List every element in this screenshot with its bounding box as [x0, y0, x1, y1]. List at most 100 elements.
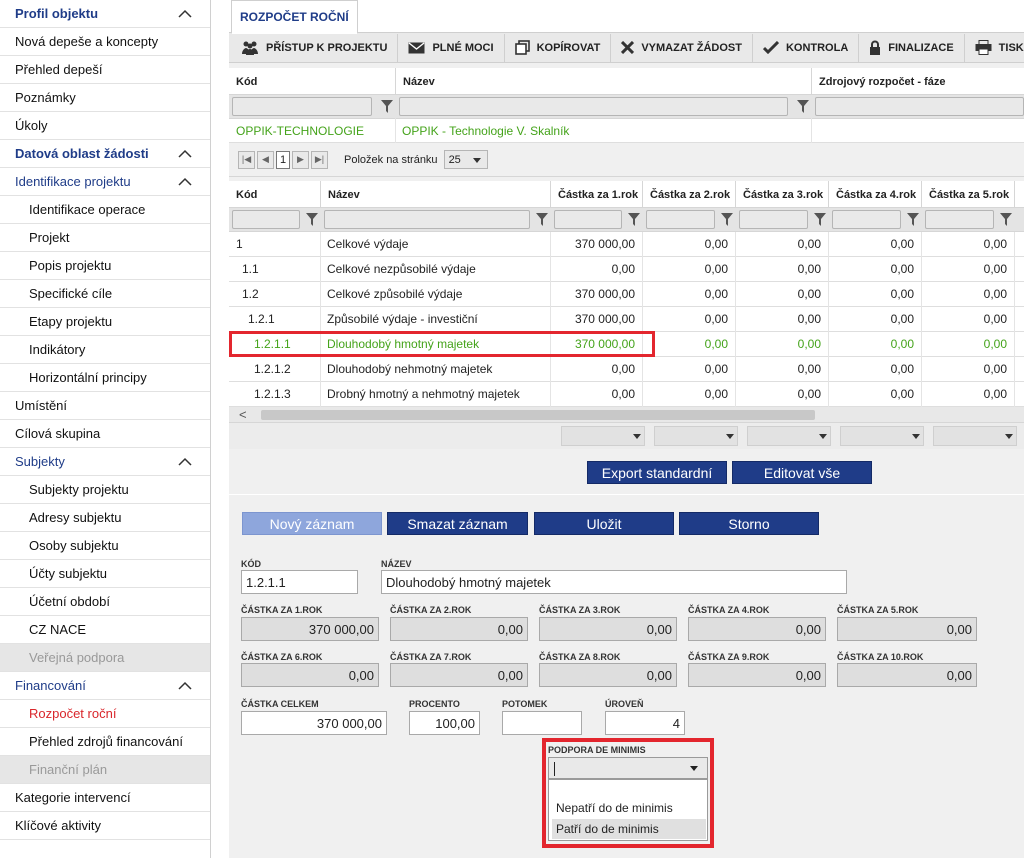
chevron-up-icon[interactable]	[178, 457, 192, 466]
horizontal-scrollbar[interactable]: <	[229, 407, 1024, 423]
chevron-up-icon[interactable]	[178, 9, 192, 18]
cancel-button[interactable]: Storno	[679, 512, 819, 535]
sidebar-item[interactable]: Nová depeše a koncepty	[0, 28, 210, 56]
col-header[interactable]: Částka za 2.rok	[643, 181, 736, 207]
filter-icon[interactable]	[797, 99, 809, 113]
year2-field[interactable]: 0,00	[390, 617, 528, 641]
table-row[interactable]: 1.2.1.3 Drobný hmotný a nehmotný majetek 0…	[229, 381, 1024, 407]
deminimis-option[interactable]: Nepatří do de minimis	[549, 798, 707, 818]
sidebar-item[interactable]: Cílová skupina	[0, 420, 210, 448]
scroll-left-icon[interactable]: <	[239, 407, 247, 422]
sidebar-item[interactable]: Rozpočet roční	[0, 700, 210, 728]
child-field[interactable]	[502, 711, 582, 735]
chevron-up-icon[interactable]	[178, 149, 192, 158]
col-header[interactable]: Kód	[229, 181, 321, 207]
level-field[interactable]: 4	[605, 711, 685, 735]
filter-source-input[interactable]	[815, 97, 1024, 116]
filter-icon[interactable]	[381, 99, 393, 113]
sidebar-item[interactable]: CZ NACE	[0, 616, 210, 644]
sidebar-item[interactable]: Úkoly	[0, 112, 210, 140]
scrollbar-thumb[interactable]	[261, 410, 815, 420]
first-page-button[interactable]: |◀	[238, 150, 255, 169]
tab-rozpocet-rocni[interactable]: ROZPOČET ROČNÍ	[231, 0, 358, 34]
total-field[interactable]: 370 000,00	[241, 711, 387, 735]
sidebar-item[interactable]: Subjekty	[0, 448, 210, 476]
save-button[interactable]: Uložit	[534, 512, 674, 535]
filter-input[interactable]	[232, 210, 300, 229]
chevron-up-icon[interactable]	[178, 681, 192, 690]
sidebar-item[interactable]: Popis projektu	[0, 252, 210, 280]
year1-field[interactable]: 370 000,00	[241, 617, 379, 641]
table-row[interactable]: 1.2.1 Způsobilé výdaje - investiční 370 00…	[229, 306, 1024, 332]
sidebar-item[interactable]: Finanční plán	[0, 756, 210, 784]
col-header-code[interactable]: Kód	[229, 68, 396, 94]
sidebar-item[interactable]: Klíčové aktivity	[0, 812, 210, 840]
filter-icon[interactable]	[306, 212, 318, 226]
sidebar-item[interactable]: Veřejná podpora	[0, 644, 210, 672]
filter-input[interactable]	[646, 210, 715, 229]
filter-input[interactable]	[832, 210, 901, 229]
filter-input[interactable]	[925, 210, 994, 229]
summary-select-5[interactable]	[933, 426, 1017, 446]
filter-input[interactable]	[739, 210, 808, 229]
edit-all-button[interactable]: Editovat vše	[732, 461, 872, 484]
col-header[interactable]: Částka za 5.rok	[922, 181, 1015, 207]
table-row[interactable]: 1.2.1.1 Dlouhodobý hmotný majetek 370 000,…	[229, 331, 1024, 357]
table-row[interactable]: 1.2 Celkové způsobilé výdaje 370 000,00 0,0…	[229, 281, 1024, 307]
table-row[interactable]: 1.1 Celkové nezpůsobilé výdaje 0,00 0,00 0,0…	[229, 256, 1024, 282]
filter-icon[interactable]	[907, 212, 919, 226]
access-project-button[interactable]: PŘÍSTUP K PROJEKTU	[231, 33, 399, 62]
filter-icon[interactable]	[814, 212, 826, 226]
sidebar-item[interactable]: Financování	[0, 672, 210, 700]
year7-field[interactable]: 0,00	[390, 663, 528, 687]
last-page-button[interactable]: ▶|	[311, 150, 328, 169]
per-page-select[interactable]: 25	[443, 150, 488, 169]
code-field[interactable]: 1.2.1.1	[241, 570, 358, 594]
col-header[interactable]: Název	[321, 181, 551, 207]
delete-record-button[interactable]: Smazat záznam	[387, 512, 528, 535]
new-record-button[interactable]: Nový záznam	[242, 512, 382, 535]
year9-field[interactable]: 0,00	[688, 663, 826, 687]
filter-name-input[interactable]	[399, 97, 788, 116]
copy-button[interactable]: KOPÍROVAT	[505, 33, 612, 62]
current-page[interactable]: 1	[276, 150, 290, 169]
summary-select-3[interactable]	[747, 426, 831, 446]
col-header[interactable]: Částka za 3.rok	[736, 181, 829, 207]
summary-select-4[interactable]	[840, 426, 924, 446]
col-header[interactable]: Částka za 1.rok	[551, 181, 643, 207]
sidebar-item[interactable]: Účetní období	[0, 588, 210, 616]
year10-field[interactable]: 0,00	[837, 663, 977, 687]
sidebar-item[interactable]: Přehled depeší	[0, 56, 210, 84]
prev-page-button[interactable]: ◀	[257, 150, 274, 169]
sidebar-item[interactable]: Projekt	[0, 224, 210, 252]
deminimis-select[interactable]	[548, 757, 708, 779]
next-page-button[interactable]: ▶	[292, 150, 309, 169]
chevron-up-icon[interactable]	[178, 177, 192, 186]
sidebar-item[interactable]: Identifikace operace	[0, 196, 210, 224]
finalize-button[interactable]: FINALIZACE	[859, 33, 965, 62]
sidebar-item[interactable]: Horizontální principy	[0, 364, 210, 392]
sidebar-item[interactable]: Datová oblast žádosti	[0, 140, 210, 168]
source-table-row[interactable]: OPPIK-TECHNOLOGIE OPPIK - Technologie V.…	[229, 118, 1024, 143]
percent-field[interactable]: 100,00	[409, 711, 480, 735]
year8-field[interactable]: 0,00	[539, 663, 677, 687]
deminimis-option[interactable]: Patří do de minimis	[552, 819, 706, 839]
sidebar-item[interactable]: Etapy projektu	[0, 308, 210, 336]
col-header-source[interactable]: Zdrojový rozpočet - fáze	[812, 68, 1024, 94]
col-header[interactable]: Částka za 4.rok	[829, 181, 922, 207]
sidebar-item[interactable]: Subjekty projektu	[0, 476, 210, 504]
check-button[interactable]: KONTROLA	[753, 33, 860, 62]
sidebar-item[interactable]: Kategorie intervencí	[0, 784, 210, 812]
sidebar-item[interactable]: Přehled zdrojů financování	[0, 728, 210, 756]
summary-select-1[interactable]	[561, 426, 645, 446]
delete-application-button[interactable]: VYMAZAT ŽÁDOST	[611, 33, 753, 62]
table-row[interactable]: 1.2.1.2 Dlouhodobý nehmotný majetek 0,00 0,…	[229, 356, 1024, 382]
year5-field[interactable]: 0,00	[837, 617, 977, 641]
name-field[interactable]: Dlouhodobý hmotný majetek	[381, 570, 847, 594]
sidebar-item[interactable]: Adresy subjektu	[0, 504, 210, 532]
sidebar-item[interactable]: Osoby subjektu	[0, 532, 210, 560]
sidebar-item[interactable]: Účty subjektu	[0, 560, 210, 588]
year6-field[interactable]: 0,00	[241, 663, 379, 687]
filter-icon[interactable]	[628, 212, 640, 226]
sidebar-item[interactable]: Profil objektu	[0, 0, 210, 28]
